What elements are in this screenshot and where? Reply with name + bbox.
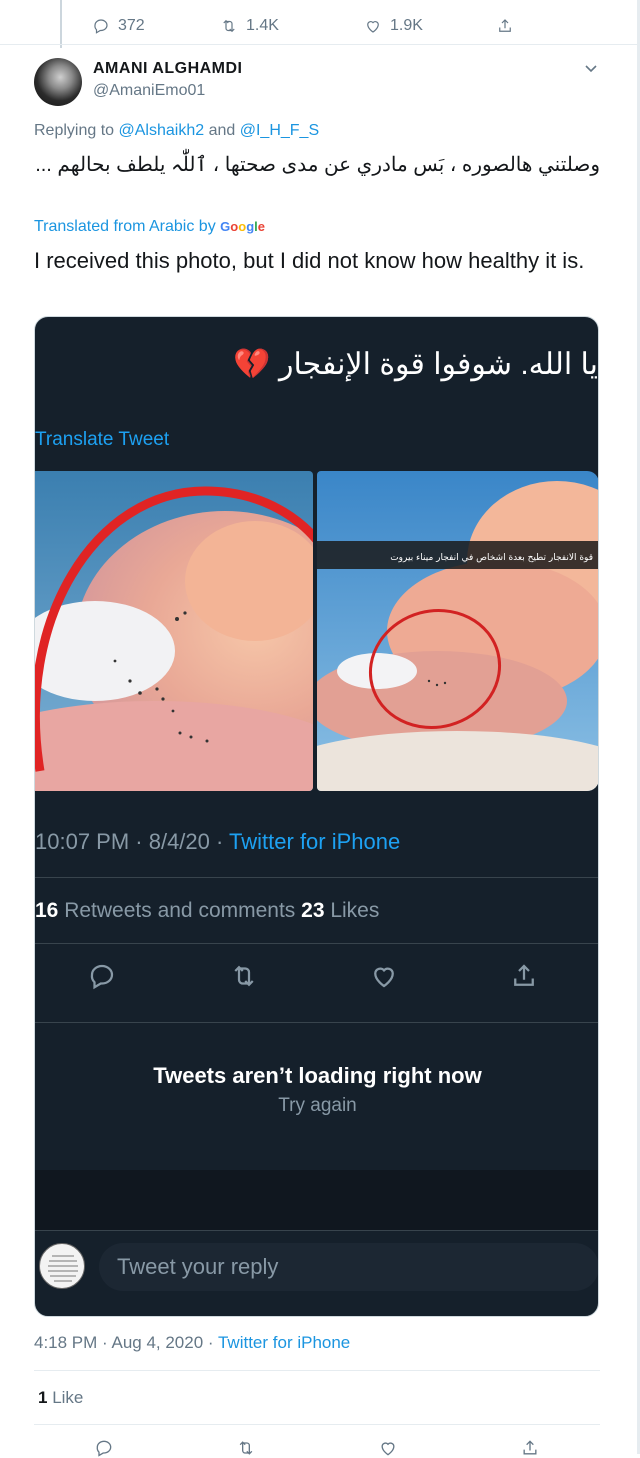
empty-band: [35, 1170, 598, 1230]
embedded-retweets-count: 16: [35, 899, 59, 922]
tweet-text: وصلتني هالصوره ، بَس مادري عن مدى صحتها …: [35, 154, 600, 176]
like-action[interactable]: 1.9K: [364, 17, 423, 35]
embedded-screenshot[interactable]: يا الله. شوفوا قوة الإنفجار 💔 Translate …: [34, 316, 599, 1317]
embedded-likes-label[interactable]: Likes: [325, 899, 379, 922]
divider: [35, 1230, 598, 1231]
heart-icon[interactable]: [378, 1438, 398, 1458]
divider: [35, 943, 598, 944]
try-again-link[interactable]: Try again: [35, 1095, 598, 1117]
photo-caption: قوة الانفجار تطيح بعدة اشخاص في انفجار م…: [390, 553, 593, 563]
embedded-source[interactable]: Twitter for iPhone: [229, 829, 400, 854]
translation-attribution[interactable]: Translated from Arabic by Google: [34, 218, 265, 236]
thread-line: [60, 0, 62, 48]
replying-prefix: Replying to: [34, 122, 115, 139]
explosion-photo-left[interactable]: [35, 471, 313, 791]
embedded-stats: 16 Retweets and comments 23 Likes: [35, 899, 379, 923]
retweet-icon[interactable]: [236, 1438, 256, 1458]
embedded-tweet-text: يا الله. شوفوا قوة الإنفجار 💔: [98, 347, 598, 382]
retweet-icon: [223, 19, 235, 33]
mention-link[interactable]: @I_H_F_S: [240, 122, 319, 139]
divider: [0, 44, 637, 45]
embedded-likes-count: 23: [301, 899, 325, 922]
reply-avatar: [39, 1243, 85, 1289]
divider: [35, 877, 598, 878]
heart-icon: [367, 21, 379, 33]
tweet-source[interactable]: Twitter for iPhone: [218, 1333, 350, 1352]
reply-action[interactable]: 372: [92, 17, 145, 35]
like-count: 1.9K: [390, 17, 423, 34]
share-icon[interactable]: [520, 1438, 540, 1458]
divider: [34, 1370, 600, 1371]
divider: [35, 1022, 598, 1023]
reply-icon: [94, 19, 108, 34]
tweet-translation: I received this photo, but I did not kno…: [34, 248, 585, 273]
reply-input[interactable]: Tweet your reply: [99, 1243, 598, 1291]
photo-left-art: [35, 471, 313, 791]
error-title: Tweets aren’t loading right now: [153, 1063, 482, 1088]
tweet-meta: 4:18 PM · Aug 4, 2020 · Twitter for iPho…: [34, 1333, 350, 1353]
retweet-count: 1.4K: [246, 17, 279, 34]
share-icon[interactable]: [509, 961, 539, 991]
avatar[interactable]: [34, 58, 82, 106]
avatar-text-art: [48, 1255, 78, 1282]
reply-count: 372: [118, 17, 145, 34]
chevron-down-icon: [585, 65, 597, 73]
embedded-retweets-label[interactable]: Retweets and comments: [58, 899, 301, 922]
author-name[interactable]: AMANI ALGHAMDI: [93, 60, 243, 78]
author-handle[interactable]: @AmaniEmo01: [93, 82, 205, 100]
replying-and: and: [208, 122, 236, 139]
embedded-arabic: يا الله. شوفوا قوة الإنفجار: [279, 348, 598, 381]
retweet-action[interactable]: 1.4K: [220, 17, 279, 35]
mention-link[interactable]: @Alshaikh2: [119, 122, 205, 139]
more-menu[interactable]: [584, 60, 598, 73]
embedded-actions: [35, 961, 598, 1001]
photo-right-art: قوة الانفجار تطيح بعدة اشخاص في انفجار م…: [317, 471, 598, 791]
embedded-time: 10:07 PM · 8/4/20 ·: [35, 829, 230, 854]
replying-to: Replying to @Alshaikh2 and @I_H_F_S: [34, 122, 319, 140]
reply-icon[interactable]: [87, 961, 117, 991]
explosion-photo-right[interactable]: قوة الانفجار تطيح بعدة اشخاص في انفجار م…: [317, 471, 598, 791]
google-logo: Google: [220, 219, 265, 234]
likes-summary[interactable]: 1 Like: [38, 1388, 83, 1408]
divider: [34, 1424, 600, 1425]
embedded-timestamp: 10:07 PM · 8/4/20 · Twitter for iPhone: [35, 829, 400, 855]
share-icon: [499, 19, 511, 32]
retweet-icon[interactable]: [229, 961, 259, 991]
broken-heart-icon: 💔: [233, 348, 271, 381]
heart-icon[interactable]: [369, 961, 399, 991]
translated-label: Translated from Arabic by: [34, 218, 216, 235]
likes-label: Like: [47, 1388, 84, 1407]
translate-tweet-link[interactable]: Translate Tweet: [35, 429, 169, 451]
parent-tweet-actions: 372 1.4K 1.9K: [92, 12, 532, 40]
tweet-time[interactable]: 4:18 PM · Aug 4, 2020 ·: [34, 1333, 218, 1352]
reply-icon[interactable]: [94, 1438, 114, 1458]
share-action[interactable]: [496, 17, 514, 35]
